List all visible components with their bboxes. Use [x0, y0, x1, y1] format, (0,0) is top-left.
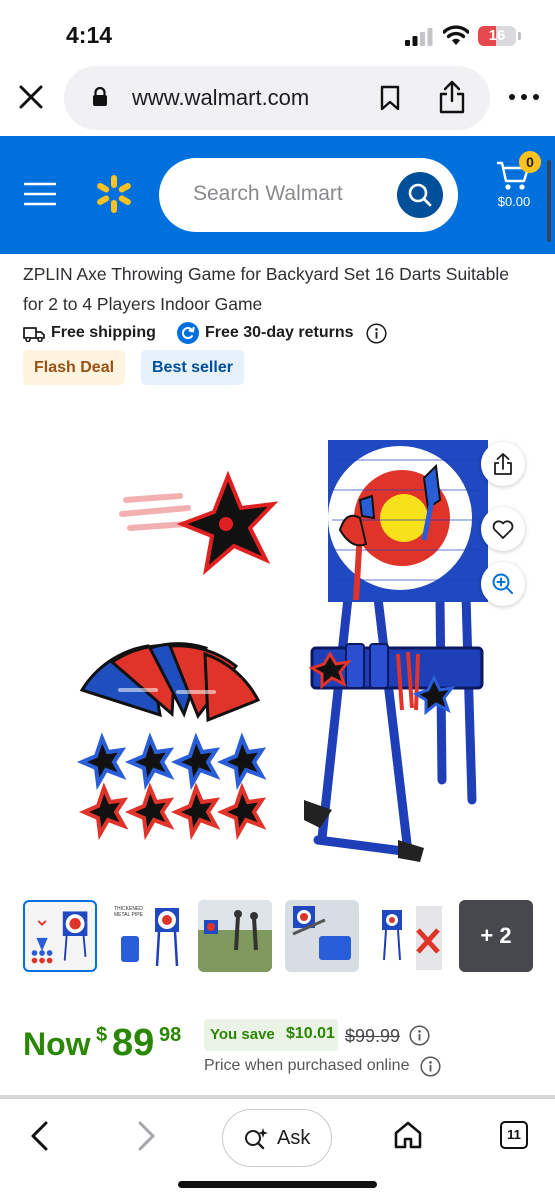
price-now-label: Now — [23, 1026, 91, 1062]
thumbnail-2[interactable]: THICKENED METAL PIPE — [111, 900, 185, 972]
thumbnail-3[interactable] — [198, 900, 272, 972]
address-bar[interactable]: www.walmart.com — [64, 66, 490, 130]
thumbnail-image — [292, 906, 351, 960]
status-bar: 4:14 16 — [0, 0, 555, 62]
product-image[interactable] — [0, 400, 555, 890]
free-shipping-label: Free shipping — [51, 324, 156, 341]
fulfillment-row: Free shipping Free 30-day returns — [23, 322, 543, 346]
returns-icon — [177, 322, 199, 344]
favorite-button[interactable] — [481, 507, 525, 551]
share-icon — [494, 453, 512, 475]
hamburger-menu-icon[interactable] — [24, 181, 56, 207]
savings-amount: $10.01 — [286, 1025, 335, 1042]
heart-icon — [492, 520, 514, 539]
forward-arrow-icon[interactable] — [134, 1120, 158, 1152]
home-icon[interactable] — [393, 1120, 423, 1150]
info-icon[interactable] — [366, 323, 387, 344]
more-thumbnails-button[interactable]: + 2 — [459, 900, 533, 972]
best-seller-badge: Best seller — [141, 350, 244, 385]
was-price: $99.99 — [345, 1026, 401, 1046]
browser-url-row: www.walmart.com — [0, 62, 555, 136]
thumbnail-image — [31, 911, 88, 964]
search-icon — [408, 183, 432, 207]
lock-icon — [93, 87, 107, 106]
walmart-spark-logo[interactable] — [94, 174, 134, 214]
more-options-icon[interactable] — [506, 90, 542, 104]
savings-label: You save — [210, 1026, 275, 1043]
home-indicator[interactable] — [178, 1181, 377, 1188]
url-text: www.walmart.com — [132, 85, 310, 110]
thumbnail-5[interactable] — [372, 900, 446, 972]
walmart-header: Search Walmart 0 $0.00 — [0, 136, 555, 254]
thumbnail-caption: THICKENED METAL PIPE — [114, 906, 143, 918]
scrollbar[interactable] — [547, 160, 551, 242]
close-icon[interactable] — [16, 82, 46, 112]
truck-icon — [23, 327, 45, 342]
free-returns-label: Free 30-day returns — [205, 324, 354, 341]
info-icon[interactable] — [420, 1056, 441, 1077]
wifi-icon — [443, 25, 469, 45]
cart-count-badge: 0 — [519, 151, 541, 173]
status-time: 4:14 — [66, 22, 113, 48]
cellular-signal-icon — [405, 28, 433, 46]
toolbar-divider — [0, 1095, 555, 1099]
online-price-note: Price when purchased online — [204, 1057, 410, 1074]
search-input[interactable]: Search Walmart — [159, 158, 458, 232]
thumbnail-image — [198, 900, 272, 972]
search-button[interactable] — [397, 172, 443, 218]
thumbnail-1[interactable] — [23, 900, 97, 972]
back-arrow-icon[interactable] — [28, 1120, 52, 1152]
thumbnail-image — [382, 906, 442, 970]
battery-icon: 16 — [478, 26, 516, 46]
ask-sparkle-search-icon — [245, 1128, 268, 1150]
share-image-button[interactable] — [481, 442, 525, 486]
bookmark-icon[interactable] — [380, 85, 400, 111]
savings-badge: You save $10.01 — [204, 1019, 338, 1051]
tabs-button[interactable]: 11 — [500, 1121, 528, 1149]
price-dollars: 89 — [112, 1022, 155, 1064]
share-icon[interactable] — [438, 80, 466, 114]
zoom-button[interactable] — [481, 562, 525, 606]
battery-level: 16 — [488, 27, 506, 44]
search-placeholder: Search Walmart — [193, 182, 343, 205]
ask-button[interactable]: Ask — [222, 1109, 332, 1167]
price-cents: 98 — [159, 1024, 182, 1046]
info-icon[interactable] — [409, 1025, 430, 1046]
flash-deal-badge: Flash Deal — [23, 350, 126, 385]
price-currency: $ — [96, 1024, 108, 1046]
product-title: ZPLIN Axe Throwing Game for Backyard Set… — [23, 264, 510, 314]
axe-throwing-game-illustration — [76, 440, 488, 862]
image-thumbnails: THICKENED METAL PIPE + 2 — [23, 900, 533, 974]
ask-label: Ask — [277, 1127, 311, 1149]
thumbnail-4[interactable] — [285, 900, 359, 972]
zoom-in-icon — [492, 573, 513, 594]
cart-total: $0.00 — [497, 194, 531, 209]
